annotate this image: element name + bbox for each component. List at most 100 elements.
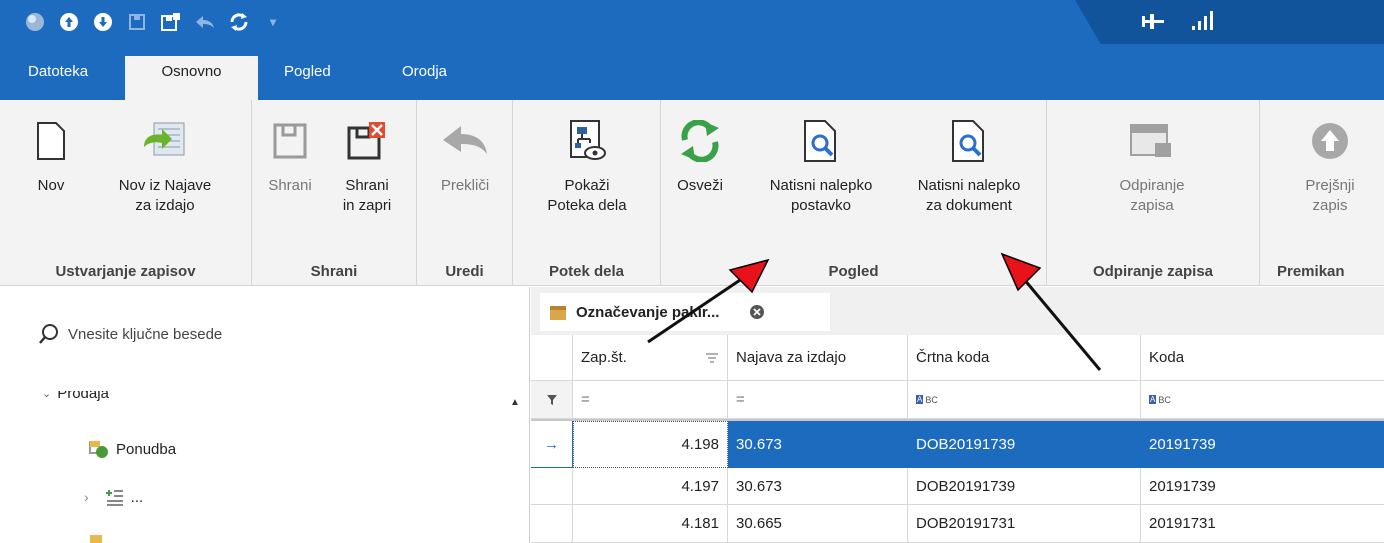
refresh-icon[interactable] [222,8,256,36]
title-accent-panel [1075,0,1384,44]
group-label-view: Pogled [828,263,879,280]
new-from-notice-button[interactable]: Nov iz Najave za izdajo [100,106,230,216]
unlock-record-button[interactable]: Odpiranje zapisa [1087,106,1217,216]
collapse-chevron-icon: ⌄ [42,388,52,400]
tab-home[interactable]: Osnovno [125,56,258,100]
group-label-edit: Uredi [445,263,484,280]
tree-item-quote[interactable]: Ponudba [88,439,176,459]
cell-notice[interactable]: 30.673 [728,421,908,468]
group-label-workflow: Potek dela [548,263,625,280]
cancel-button[interactable]: Prekliči [429,106,501,196]
group-label-open: Odpiranje zapisa [1092,263,1214,280]
sort-icon [706,352,718,363]
document-tab-title: Označevanje pakir... [576,303,720,321]
up-arrow-circle-icon [1290,106,1370,176]
row-indicator [531,505,573,543]
upload-icon[interactable] [52,8,86,36]
cell-barcode[interactable]: DOB20191739 [908,468,1141,505]
column-header-code[interactable]: Koda [1141,335,1384,381]
window-lock-icon [1087,106,1217,176]
close-tab-icon[interactable] [749,304,765,320]
cell-code[interactable]: 20191739 [1141,468,1384,505]
filter-cell-barcode[interactable]: A BC [908,381,1141,419]
cell-number[interactable]: 4.181 [573,505,728,543]
save-button[interactable]: Shrani [260,106,320,196]
cell-number[interactable]: 4.197 [573,468,728,505]
filter-icon[interactable] [531,381,573,419]
group-view: Osveži Natisni nalepko postavko Natisni … [661,100,1047,286]
row-indicator-header [531,335,573,381]
table-row[interactable]: 4.197 30.673 DOB20191739 20191739 [531,468,1384,505]
row-indicator [531,468,573,505]
filter-cell-number[interactable]: = [573,381,728,419]
column-header-notice[interactable]: Najava za izdajo [728,335,908,381]
document-tab[interactable]: Označevanje pakir... [540,293,830,331]
group-edit: Prekliči Uredi [417,100,513,286]
group-navigate: Prejšnji zapis Premikan [1260,100,1384,286]
save-close-icon[interactable] [154,8,188,36]
current-row-arrow-icon: → [531,421,573,468]
filter-cell-notice[interactable]: = [728,381,908,419]
cell-notice[interactable]: 30.673 [728,468,908,505]
undo-icon[interactable] [188,8,222,36]
tab-file[interactable]: Datoteka [6,56,110,100]
column-header-barcode[interactable]: Črtna koda [908,335,1141,381]
search-icon [39,324,58,344]
undo-arrow-icon [429,106,501,176]
text-filter-icon: A [1149,395,1157,404]
add-list-icon [105,490,123,506]
save-and-close-button[interactable]: Shrani in zapri [332,106,402,216]
cell-barcode[interactable]: DOB20191731 [908,505,1141,543]
group-label-navigate: Premikan [1277,263,1345,280]
cell-number[interactable]: 4.198 [573,421,728,468]
new-button[interactable]: Nov [26,106,76,196]
ribbon: Nov Nov iz Najave za izdajo Ustvarjanje … [0,100,1384,286]
show-workflow-button[interactable]: Pokaži Poteka dela [527,106,647,216]
cell-code[interactable]: 20191731 [1141,505,1384,543]
group-open-record: Odpiranje zapisa Odpiranje zapisa [1047,100,1260,286]
search-input[interactable]: Vnesite ključne besede [68,326,222,343]
new-from-notice-icon [100,106,230,176]
tree-item-partial[interactable] [88,533,110,543]
print-preview-icon [751,106,891,176]
expand-chevron-icon: › [84,489,89,505]
save-icon [260,106,320,176]
refresh-button[interactable]: Osveži [665,106,735,196]
pin-icon[interactable] [1140,10,1166,38]
scroll-up-arrow-icon[interactable]: ▲ [510,397,520,408]
grid-header-row: Zap.št. Najava za izdajo Črtna koda Koda [531,335,1384,381]
navigation-pane: Vnesite ključne besede ⌄ Prodaja ▲ Ponud… [0,287,530,543]
app-logo-icon [18,8,52,36]
tab-tools[interactable]: Orodja [380,56,469,100]
filter-cell-code[interactable]: A BC [1141,381,1384,419]
search-box[interactable]: Vnesite ključne besede [38,323,222,345]
print-document-label-button[interactable]: Natisni nalepko za dokument [899,106,1039,216]
text-filter-icon: A [916,395,924,404]
cell-notice[interactable]: 30.665 [728,505,908,543]
title-bar: ▾ [0,0,1384,44]
print-item-label-button[interactable]: Natisni nalepko postavko [751,106,891,216]
tree-item-more[interactable]: › ... [84,487,143,507]
cell-code[interactable]: 20191739 [1141,421,1384,468]
group-label-create: Ustvarjanje zapisov [55,263,196,280]
save-icon[interactable] [120,8,154,36]
group-create-records: Nov Nov iz Najave za izdajo Ustvarjanje … [0,100,252,286]
column-header-number[interactable]: Zap.št. [573,335,728,381]
group-save: Shrani Shrani in zapri Shrani [252,100,417,286]
download-icon[interactable] [86,8,120,36]
customize-dropdown-icon[interactable]: ▾ [256,8,290,36]
signal-icon[interactable] [1190,10,1216,38]
tab-view[interactable]: Pogled [262,56,353,100]
ribbon-tab-bar: Datoteka Osnovno Pogled Orodja [0,44,1384,100]
table-row[interactable]: 4.181 30.665 DOB20191731 20191731 [531,505,1384,543]
group-workflow: Pokaži Poteka dela Potek dela [513,100,661,286]
tree-group-sales[interactable]: ⌄ Prodaja [42,388,109,402]
package-icon [550,306,566,320]
new-document-icon [26,106,76,176]
table-row[interactable]: → 4.198 30.673 DOB20191739 20191739 [531,421,1384,468]
previous-record-button[interactable]: Prejšnji zapis [1290,106,1370,216]
cell-barcode[interactable]: DOB20191739 [908,421,1141,468]
quote-icon [89,441,108,458]
grid-filter-row: = = A BC A BC [531,381,1384,421]
quick-access-toolbar: ▾ [18,8,290,36]
